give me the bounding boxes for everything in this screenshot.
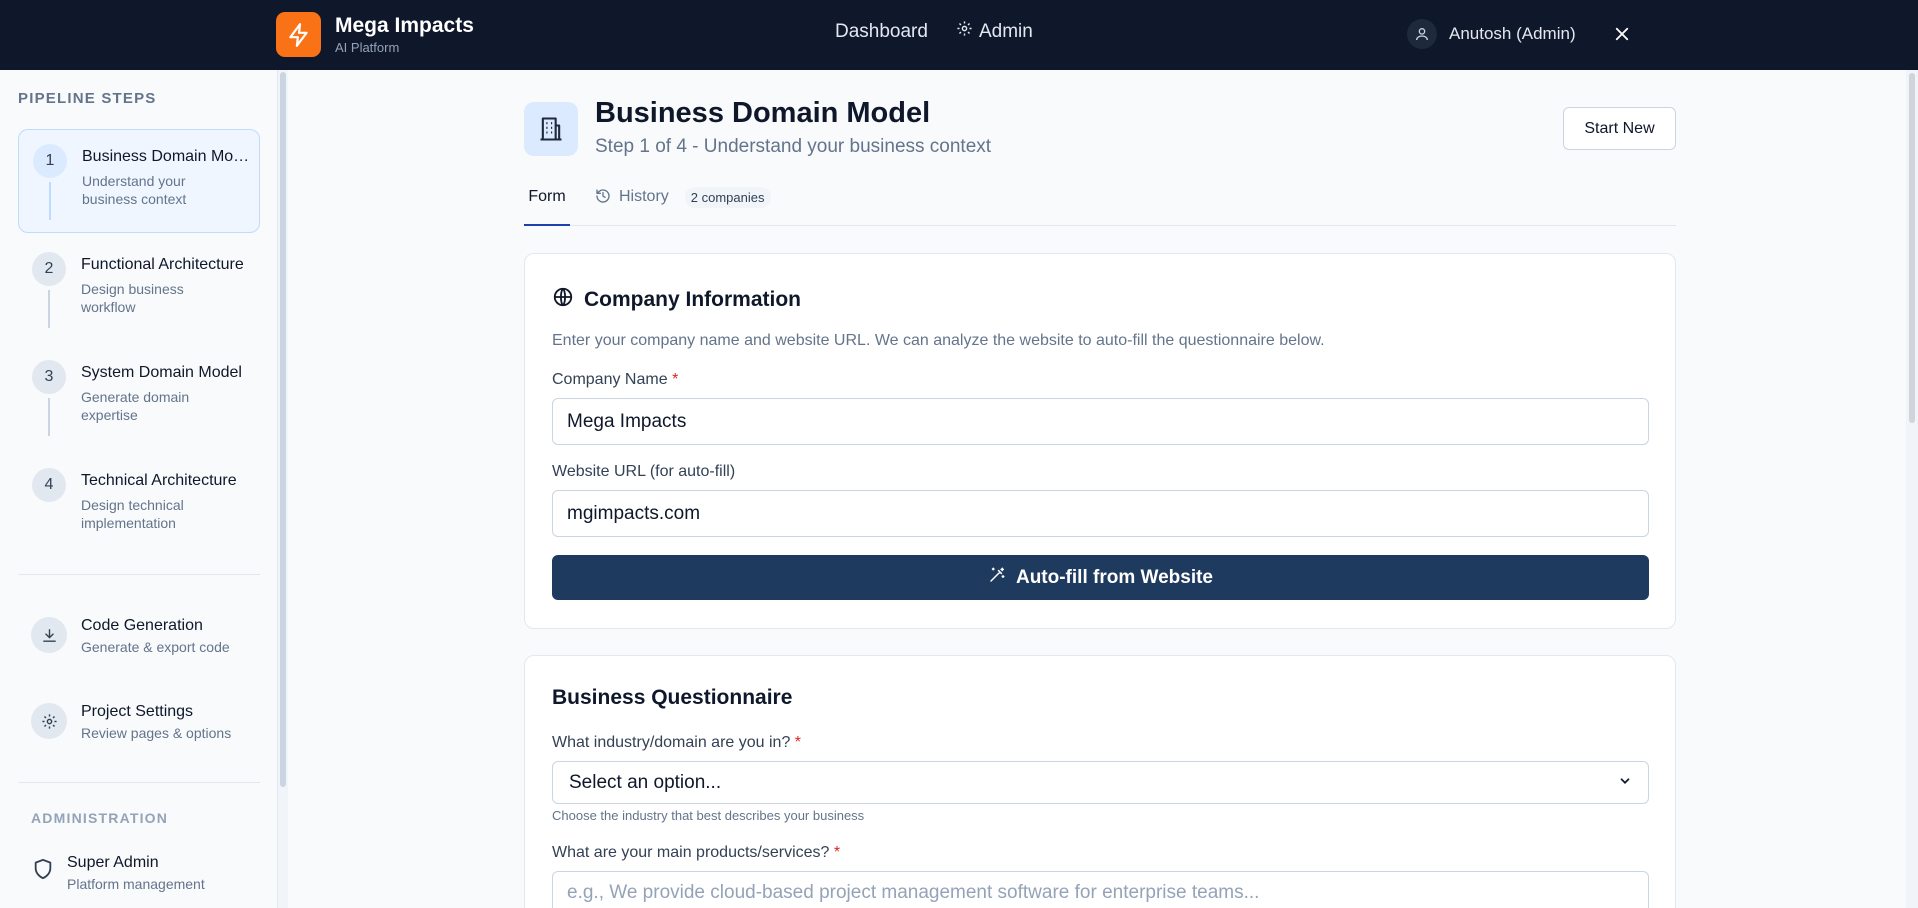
user-name: Anutosh (Admin) bbox=[1449, 24, 1576, 43]
brand-subtitle: AI Platform bbox=[335, 39, 400, 55]
sidebar-scrollbar[interactable] bbox=[278, 70, 288, 908]
chevron-down-icon bbox=[1618, 772, 1632, 794]
step-desc: Design technical implementation bbox=[81, 497, 184, 531]
lightning-icon bbox=[276, 12, 321, 57]
step-connector bbox=[48, 398, 50, 436]
sidebar-step-1[interactable]: 1 Business Domain Model Understand your … bbox=[18, 129, 260, 233]
company-information-heading: Company Information bbox=[552, 286, 801, 314]
step-title: Technical Architecture bbox=[81, 472, 237, 489]
industry-label-text: What industry/domain are you in? bbox=[552, 734, 791, 751]
company-information-desc: Enter your company name and website URL.… bbox=[552, 332, 1325, 349]
sidebar-divider bbox=[18, 574, 260, 575]
industry-label: What industry/domain are you in? * bbox=[552, 734, 801, 752]
required-mark: * bbox=[794, 734, 802, 751]
main-scrollbar-thumb[interactable] bbox=[1909, 73, 1915, 423]
administration-title: ADMINISTRATION bbox=[31, 810, 169, 826]
page-subtitle: Step 1 of 4 - Understand your business c… bbox=[595, 136, 992, 157]
step-title: Functional Architecture bbox=[81, 256, 244, 273]
tool-title: Project Settings bbox=[81, 703, 194, 720]
globe-icon bbox=[552, 286, 574, 314]
products-textarea[interactable]: e.g., We provide cloud-based project man… bbox=[552, 871, 1649, 908]
business-questionnaire-card: Business Questionnaire What industry/dom… bbox=[524, 655, 1676, 908]
nav-dashboard-label: Dashboard bbox=[835, 20, 928, 42]
step-number: 1 bbox=[33, 144, 67, 178]
step-title: Business Domain Model bbox=[82, 148, 254, 165]
step-connector bbox=[48, 290, 50, 328]
sidebar-step-3[interactable]: 3 System Domain Model Generate domain ex… bbox=[18, 346, 260, 450]
main-scrollbar[interactable] bbox=[1906, 70, 1918, 908]
step-title: System Domain Model bbox=[81, 364, 242, 381]
company-name-label-text: Company Name bbox=[552, 371, 668, 388]
tab-form[interactable]: Form bbox=[524, 184, 570, 226]
tool-desc: Generate & export code bbox=[81, 639, 230, 655]
step-desc: Understand your business context bbox=[82, 173, 187, 207]
industry-hint: Choose the industry that best describes … bbox=[552, 808, 865, 823]
products-label-text: What are your main products/services? bbox=[552, 844, 830, 861]
sidebar-step-2[interactable]: 2 Functional Architecture Design busines… bbox=[18, 238, 260, 342]
required-mark: * bbox=[672, 371, 679, 388]
sidebar: PIPELINE STEPS 1 Business Domain Model U… bbox=[0, 70, 278, 908]
industry-select[interactable]: Select an option... bbox=[552, 761, 1649, 804]
industry-select-value: Select an option... bbox=[569, 771, 722, 793]
user-icon bbox=[1407, 19, 1437, 49]
download-icon bbox=[31, 617, 67, 653]
website-url-input[interactable]: mgimpacts.com bbox=[552, 490, 1649, 537]
sidebar-item-code-generation[interactable]: Code Generation Generate & export code bbox=[18, 605, 260, 665]
tool-title: Code Generation bbox=[81, 617, 203, 634]
nav-admin-label: Admin bbox=[978, 20, 1033, 42]
tool-desc: Review pages & options bbox=[81, 725, 232, 741]
gear-icon bbox=[956, 20, 973, 43]
sidebar-item-super-admin[interactable]: Super Admin Platform management bbox=[18, 850, 260, 898]
gear-icon bbox=[31, 703, 67, 739]
card-title-text: Company Information bbox=[584, 288, 802, 311]
step-number: 2 bbox=[32, 252, 66, 286]
shield-icon bbox=[32, 858, 54, 885]
step-desc: Generate domain expertise bbox=[81, 389, 190, 423]
sidebar-item-project-settings[interactable]: Project Settings Review pages & options bbox=[18, 691, 260, 751]
tab-form-label: Form bbox=[528, 188, 566, 205]
step-number: 3 bbox=[32, 360, 66, 394]
website-url-label: Website URL (for auto-fill) bbox=[552, 463, 736, 480]
user-menu[interactable]: Anutosh (Admin) bbox=[1407, 19, 1576, 49]
step-number: 4 bbox=[32, 468, 66, 502]
start-new-button[interactable]: Start New bbox=[1563, 107, 1676, 150]
sidebar-divider bbox=[18, 782, 260, 783]
questionnaire-title: Business Questionnaire bbox=[552, 686, 793, 709]
brand-name: Mega Impacts bbox=[335, 13, 474, 37]
sidebar-scrollbar-thumb[interactable] bbox=[280, 72, 286, 787]
building-icon bbox=[524, 102, 578, 156]
company-name-label: Company Name * bbox=[552, 371, 678, 389]
step-connector bbox=[49, 182, 51, 220]
company-information-card: Company Information Enter your company n… bbox=[524, 253, 1676, 629]
required-mark: * bbox=[833, 844, 841, 861]
tab-bar: Form History 2 companies bbox=[524, 184, 1676, 226]
sidebar-step-4[interactable]: 4 Technical Architecture Design technica… bbox=[18, 454, 260, 558]
history-icon bbox=[595, 188, 611, 209]
admin-item-desc: Platform management bbox=[67, 876, 205, 892]
company-name-input[interactable]: Mega Impacts bbox=[552, 398, 1649, 445]
autofill-button[interactable]: Auto-fill from Website bbox=[552, 555, 1649, 600]
autofill-button-label: Auto-fill from Website bbox=[1015, 566, 1214, 588]
page-title: Business Domain Model bbox=[595, 97, 931, 129]
nav-dashboard[interactable]: Dashboard bbox=[835, 21, 928, 43]
admin-item-title: Super Admin bbox=[67, 854, 159, 871]
nav-admin[interactable]: Admin bbox=[956, 20, 1033, 43]
tab-history[interactable]: History 2 companies bbox=[595, 184, 771, 226]
tab-history-label: History bbox=[619, 188, 669, 205]
top-bar: Mega Impacts AI Platform Dashboard Admin… bbox=[0, 0, 1918, 70]
close-icon[interactable] bbox=[1610, 22, 1634, 46]
products-label: What are your main products/services? * bbox=[552, 844, 840, 862]
step-desc: Design business workflow bbox=[81, 281, 184, 315]
brand[interactable]: Mega Impacts AI Platform bbox=[276, 12, 474, 57]
pipeline-steps-title: PIPELINE STEPS bbox=[18, 90, 157, 107]
history-count-badge: 2 companies bbox=[684, 187, 771, 208]
magic-wand-icon bbox=[988, 566, 1006, 590]
top-nav: Dashboard Admin bbox=[835, 20, 1033, 43]
